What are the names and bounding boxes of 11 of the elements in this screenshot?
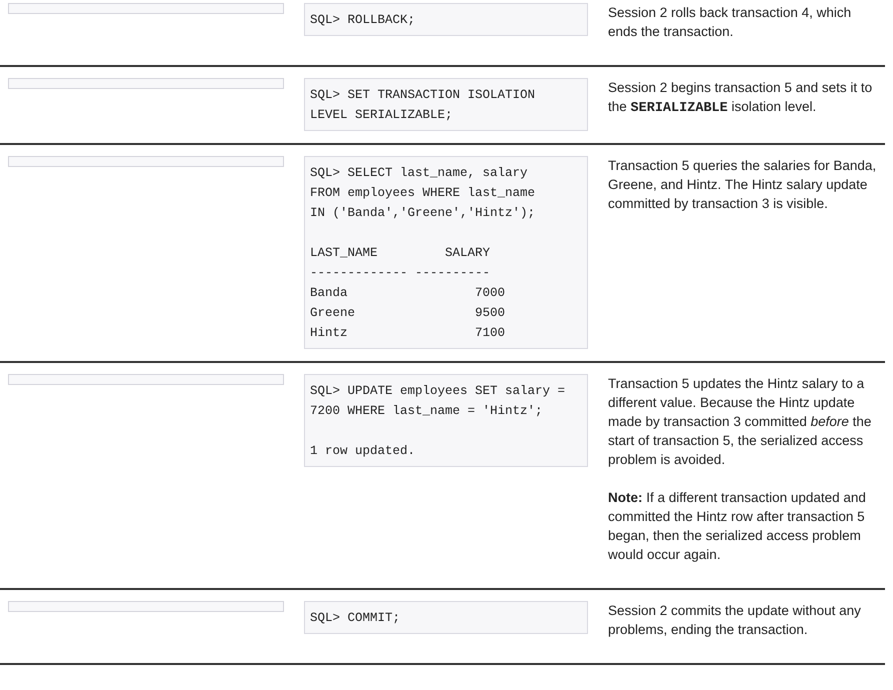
code-block: SQL> SELECT last_name, salary FROM employees WHERE last_name IN ('Banda','Greene','Hintz'); LAST_NAME SALARY ------------- ---------- Banda 7000 Greene 9500 Hintz 7100 [304,156,588,349]
code-block: SQL> COMMIT; [304,601,588,634]
code-block: SQL> UPDATE employees SET salary = 7200 WHERE last_name = 'Hintz'; 1 row updated. [304,374,588,467]
code-block: SQL> SET TRANSACTION ISOLATION LEVEL SERIALIZABLE; [304,78,588,131]
description-text: Transaction 5 updates the Hintz salary to a different value. Because the Hintz update made by transaction 3 committed before the start of transaction 5, the serialized access problem is avoided. [608,375,872,469]
description-text: Session 2 begins transaction 5 and sets it to the SERIALIZABLE isolation level. [608,79,874,118]
description-text: Transaction 5 queries the salaries for Banda, Greene, and Hintz. The Hintz salary update committed by transaction 3 is visible. [608,157,878,213]
description-text: Session 2 rolls back transaction 4, which ends the transaction. [608,4,852,41]
code-block: SQL> ROLLBACK; [304,3,588,36]
description-text: Note: If a different transaction updated and committed the Hintz row after transaction 5 began, then the serialized access problem would occur again. [608,489,867,564]
description-text: Session 2 commits the update without any problems, ending the transaction. [608,602,862,639]
